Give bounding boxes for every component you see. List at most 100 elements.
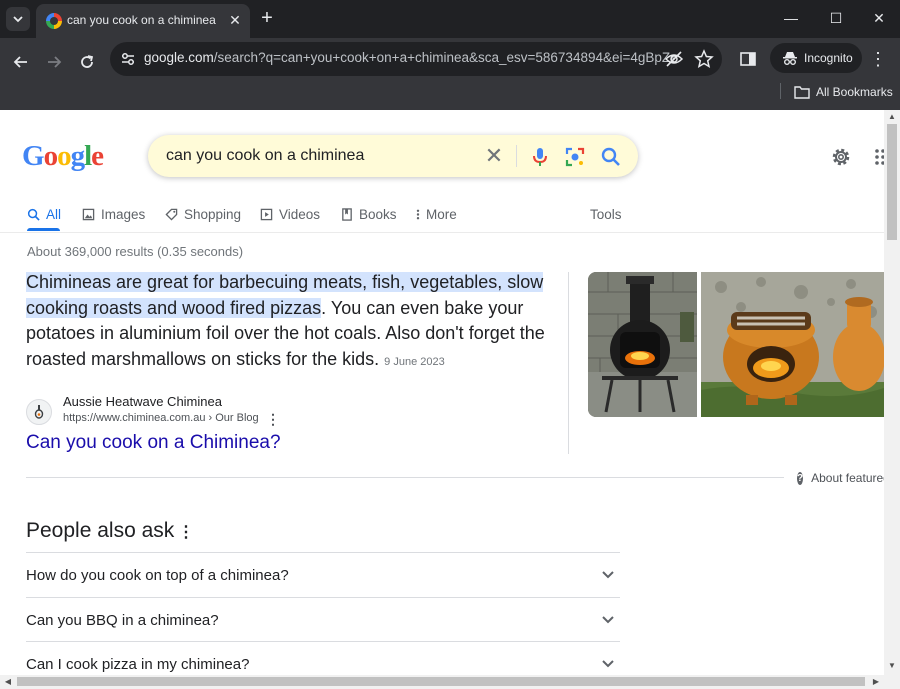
search-icon[interactable] bbox=[599, 145, 623, 169]
about-featured-label: About featured snippets bbox=[811, 471, 884, 485]
tab-label: All bbox=[46, 206, 62, 222]
minimize-button[interactable]: — bbox=[776, 6, 806, 30]
paa-question-text: How do you cook on top of a chiminea? bbox=[26, 567, 289, 584]
folder-icon bbox=[794, 86, 810, 99]
source-cite: https://www.chiminea.com.au › Our Blog bbox=[63, 412, 259, 424]
horizontal-scroll-thumb[interactable] bbox=[17, 677, 865, 686]
chevron-down-icon bbox=[602, 660, 614, 668]
tab-images[interactable]: Images bbox=[82, 204, 145, 224]
maximize-button[interactable]: ☐ bbox=[821, 6, 851, 30]
lens-camera-icon[interactable] bbox=[563, 145, 587, 169]
tag-icon bbox=[165, 208, 178, 221]
paa-question[interactable]: How do you cook on top of a chiminea? bbox=[26, 552, 620, 597]
tab-all[interactable]: All bbox=[27, 204, 61, 224]
search-box-divider bbox=[516, 145, 517, 167]
back-arrow-icon bbox=[13, 56, 27, 68]
scroll-left-arrow-icon[interactable]: ◀ bbox=[4, 678, 12, 686]
back-button[interactable] bbox=[7, 48, 35, 76]
site-info-icon[interactable] bbox=[118, 49, 138, 69]
search-box[interactable]: can you cook on a chiminea ✕ bbox=[148, 135, 638, 177]
search-results-page: Google can you cook on a chiminea ✕ All … bbox=[0, 110, 884, 675]
more-options-icon[interactable]: ⋮ bbox=[178, 522, 194, 544]
active-tab-indicator bbox=[27, 228, 60, 231]
paa-question-text: Can you BBQ in a chiminea? bbox=[26, 612, 219, 629]
featured-snippet-divider bbox=[26, 477, 784, 478]
help-icon: ? bbox=[797, 471, 804, 485]
close-window-button[interactable]: ✕ bbox=[864, 6, 894, 30]
more-vert-icon bbox=[416, 209, 420, 219]
chevron-down-icon bbox=[602, 571, 614, 579]
browser-menu-button[interactable]: ⋮ bbox=[868, 47, 888, 71]
apps-grid-icon[interactable] bbox=[874, 148, 884, 166]
tab-shopping[interactable]: Shopping bbox=[165, 204, 241, 224]
logo-letter: l bbox=[84, 140, 92, 172]
logo-letter: e bbox=[91, 140, 104, 172]
eye-slash-icon[interactable] bbox=[664, 49, 684, 69]
microphone-icon[interactable] bbox=[528, 145, 552, 169]
reload-button[interactable] bbox=[73, 48, 101, 76]
incognito-badge[interactable]: Incognito bbox=[770, 43, 862, 73]
browser-tab[interactable]: can you cook on a chiminea - G ✕ bbox=[36, 4, 250, 38]
vertical-scrollbar[interactable]: ▲ ▼ bbox=[884, 110, 900, 675]
logo-letter: G bbox=[22, 140, 45, 172]
clear-icon[interactable]: ✕ bbox=[482, 145, 506, 169]
result-options-icon[interactable]: ⋮ bbox=[266, 411, 280, 427]
tab-books[interactable]: Books bbox=[341, 204, 397, 224]
tab-label: Images bbox=[101, 206, 146, 222]
forward-button[interactable] bbox=[40, 48, 68, 76]
logo-letter: g bbox=[70, 140, 85, 172]
paa-question[interactable]: Can you BBQ in a chiminea? bbox=[26, 597, 620, 642]
people-also-ask-title: People also ask bbox=[26, 519, 175, 542]
image-icon bbox=[82, 208, 95, 220]
all-bookmarks-label: All Bookmarks bbox=[816, 85, 893, 99]
bookmark-star-icon[interactable] bbox=[694, 49, 714, 69]
tab-label: Videos bbox=[279, 206, 321, 222]
reload-icon bbox=[81, 55, 94, 68]
about-featured-snippets[interactable]: ? About featured snippets bbox=[797, 470, 884, 486]
result-title-link[interactable]: Can you cook on a Chiminea? bbox=[26, 432, 426, 456]
bookmarks-separator bbox=[780, 83, 781, 99]
featured-snippet-text: Chimineas are great for barbecuing meats… bbox=[26, 270, 556, 380]
new-tab-button[interactable]: + bbox=[256, 8, 278, 30]
tab-label: Shopping bbox=[184, 206, 242, 222]
side-panel-icon[interactable] bbox=[738, 49, 758, 69]
url-text[interactable]: google.com/search?q=can+you+cook+on+a+ch… bbox=[144, 50, 674, 68]
gear-icon[interactable] bbox=[830, 146, 852, 168]
snippet-source[interactable]: Aussie Heatwave Chiminea https://www.chi… bbox=[26, 394, 326, 428]
horizontal-scrollbar[interactable]: ◀ ▶ bbox=[0, 675, 900, 689]
tab-strip: can you cook on a chiminea - G ✕ + — ☐ ✕ bbox=[0, 0, 900, 38]
google-favicon-icon bbox=[46, 13, 62, 29]
vertical-scroll-thumb[interactable] bbox=[887, 124, 897, 240]
search-icon bbox=[27, 208, 40, 221]
address-bar[interactable]: google.com/search?q=can+you+cook+on+a+ch… bbox=[110, 42, 722, 76]
tab-search-button[interactable] bbox=[6, 7, 30, 31]
tab-videos[interactable]: Videos bbox=[260, 204, 320, 224]
site-favicon bbox=[26, 399, 52, 425]
google-logo[interactable]: Google bbox=[22, 140, 108, 172]
scroll-down-arrow-icon[interactable]: ▼ bbox=[888, 662, 896, 670]
book-icon bbox=[342, 207, 352, 221]
browser-toolbar: google.com/search?q=can+you+cook+on+a+ch… bbox=[0, 38, 900, 110]
source-site-name[interactable]: Aussie Heatwave Chiminea bbox=[63, 394, 313, 410]
chevron-down-icon bbox=[602, 616, 614, 624]
close-tab-icon[interactable]: ✕ bbox=[226, 11, 244, 29]
logo-letter: o bbox=[57, 140, 71, 172]
video-play-icon bbox=[260, 208, 273, 220]
logo-letter: o bbox=[43, 140, 58, 172]
image-column-divider bbox=[568, 272, 569, 454]
paa-question[interactable]: Can I cook pizza in my chiminea? bbox=[26, 641, 620, 675]
tab-title: can you cook on a chiminea - G bbox=[67, 13, 219, 27]
result-stats: About 369,000 results (0.35 seconds) bbox=[27, 244, 244, 259]
tab-more[interactable]: More bbox=[416, 204, 457, 224]
search-input[interactable]: can you cook on a chiminea bbox=[166, 147, 486, 167]
incognito-label: Incognito bbox=[804, 51, 853, 65]
scroll-right-arrow-icon[interactable]: ▶ bbox=[872, 678, 880, 686]
tools-button[interactable]: Tools bbox=[590, 204, 622, 224]
scroll-up-arrow-icon[interactable]: ▲ bbox=[888, 113, 896, 121]
search-tabs: All Images Shopping Videos Books More To… bbox=[0, 198, 884, 233]
chiminea-image-2[interactable] bbox=[701, 272, 884, 417]
chiminea-image-1[interactable] bbox=[588, 272, 697, 417]
incognito-icon bbox=[783, 52, 797, 65]
tab-label: Books bbox=[359, 206, 397, 222]
all-bookmarks-button[interactable]: All Bookmarks bbox=[794, 83, 894, 101]
